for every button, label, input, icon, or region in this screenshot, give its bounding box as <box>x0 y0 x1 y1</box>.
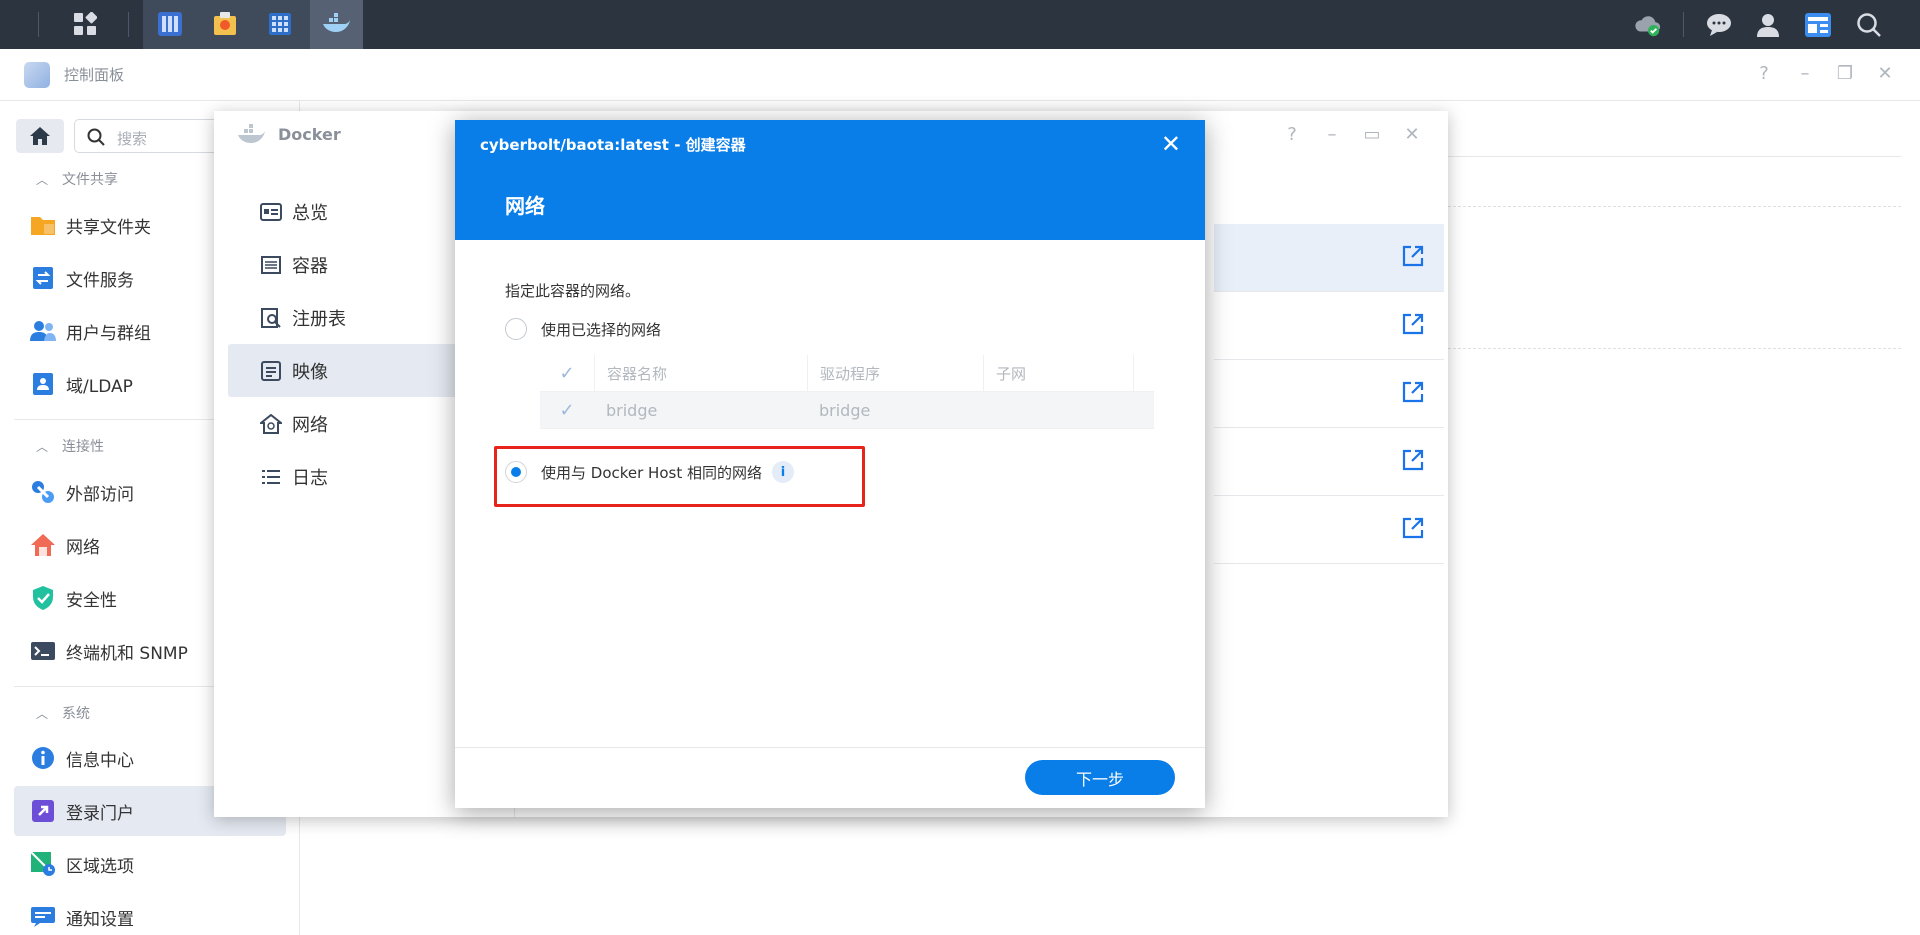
chat-icon[interactable] <box>1705 11 1733 39</box>
regional-icon <box>30 851 56 877</box>
external-link-icon[interactable] <box>1402 449 1424 471</box>
close-icon[interactable]: ✕ <box>1873 63 1897 84</box>
chevron-up-icon: ︿ <box>36 439 49 454</box>
chevron-up-icon: ︿ <box>36 172 49 187</box>
network-icon <box>260 413 282 435</box>
dialog-breadcrumb: cyberbolt/baota:latest - 创建容器 <box>480 136 746 154</box>
help-icon[interactable]: ? <box>1752 63 1776 84</box>
domain-icon <box>30 371 56 397</box>
cloud-sync-icon[interactable] <box>1634 11 1662 39</box>
control-panel-titlebar: 控制面板 ? – ❐ ✕ <box>0 49 1920 101</box>
sidebar-item-regional-options[interactable]: 区域选项 <box>14 839 286 889</box>
radio-button[interactable] <box>505 318 527 340</box>
minimize-icon[interactable]: – <box>1793 63 1817 84</box>
external-link-icon[interactable] <box>1402 517 1424 539</box>
external-link-icon[interactable] <box>1402 313 1424 335</box>
docker-title: Docker <box>278 125 341 144</box>
user-icon[interactable] <box>1754 11 1782 39</box>
search-placeholder: 搜索 <box>117 130 148 148</box>
file-services-icon <box>30 265 56 291</box>
minimize-icon[interactable]: – <box>1320 124 1344 145</box>
network-table: ✓ 容器名称 驱动程序 子网 ✓ bridge bridge <box>540 355 1154 429</box>
registry-icon <box>260 307 282 329</box>
radio-selected-network[interactable]: 使用已选择的网络 <box>505 318 661 340</box>
maximize-icon[interactable]: ▭ <box>1360 124 1384 145</box>
dialog-footer: 下一步 <box>455 747 1205 808</box>
terminal-icon <box>30 638 56 664</box>
storage-manager-icon[interactable] <box>155 9 185 39</box>
notification-icon <box>30 904 56 930</box>
home-button[interactable] <box>16 119 64 153</box>
next-button[interactable]: 下一步 <box>1025 760 1175 795</box>
select-all-checkbox: ✓ <box>559 362 575 384</box>
create-container-dialog: cyberbolt/baota:latest - 创建容器 ✕ 网络 指定此容器… <box>455 120 1205 808</box>
folder-icon <box>30 212 56 238</box>
log-icon <box>260 466 282 488</box>
dialog-heading: 网络 <box>505 194 545 218</box>
search-icon <box>87 128 105 146</box>
users-icon <box>30 318 56 344</box>
table-row: ✓ bridge bridge <box>540 392 1154 429</box>
list-item[interactable] <box>1214 496 1444 564</box>
help-icon[interactable]: ? <box>1280 124 1304 145</box>
search-icon[interactable] <box>1855 11 1883 39</box>
close-icon[interactable]: ✕ <box>1161 130 1181 158</box>
shield-icon <box>30 585 56 611</box>
section-file-sharing[interactable]: ︿ 文件共享 <box>36 169 118 189</box>
widgets-icon[interactable] <box>1804 11 1832 39</box>
login-portal-icon <box>30 798 56 824</box>
main-menu-icon[interactable] <box>70 9 100 39</box>
list-item[interactable] <box>1214 292 1444 360</box>
table-header: ✓ 容器名称 驱动程序 子网 <box>540 355 1154 392</box>
control-panel-icon <box>24 62 50 88</box>
restore-icon[interactable]: ❐ <box>1833 63 1857 84</box>
window-title: 控制面板 <box>64 66 125 84</box>
sidebar-item-notification[interactable]: 通知设置 <box>14 892 286 935</box>
list-item[interactable] <box>1214 428 1444 496</box>
docker-whale-icon <box>238 124 265 143</box>
external-access-icon <box>30 479 56 505</box>
list-item[interactable] <box>1214 360 1444 428</box>
network-house-icon <box>30 532 56 558</box>
image-list <box>1214 224 1444 564</box>
row-checkbox: ✓ <box>559 399 575 421</box>
dialog-header: cyberbolt/baota:latest - 创建容器 ✕ 网络 <box>455 120 1205 240</box>
section-connectivity[interactable]: ︿ 连接性 <box>36 436 104 456</box>
external-link-icon[interactable] <box>1402 381 1424 403</box>
section-system[interactable]: ︿ 系统 <box>36 703 90 723</box>
package-center-icon[interactable] <box>210 9 240 39</box>
container-icon <box>260 254 282 276</box>
list-item[interactable] <box>1214 224 1444 292</box>
network-description: 指定此容器的网络。 <box>505 282 641 300</box>
taskbar <box>0 0 1920 49</box>
chevron-up-icon: ︿ <box>36 706 49 721</box>
highlight-box <box>494 446 865 507</box>
resource-monitor-icon[interactable] <box>265 9 295 39</box>
info-icon <box>30 745 56 771</box>
home-icon <box>30 127 50 145</box>
close-icon[interactable]: ✕ <box>1400 124 1424 145</box>
docker-icon[interactable] <box>321 9 351 39</box>
image-icon <box>260 360 282 382</box>
external-link-icon[interactable] <box>1402 245 1424 267</box>
overview-icon <box>260 201 282 223</box>
